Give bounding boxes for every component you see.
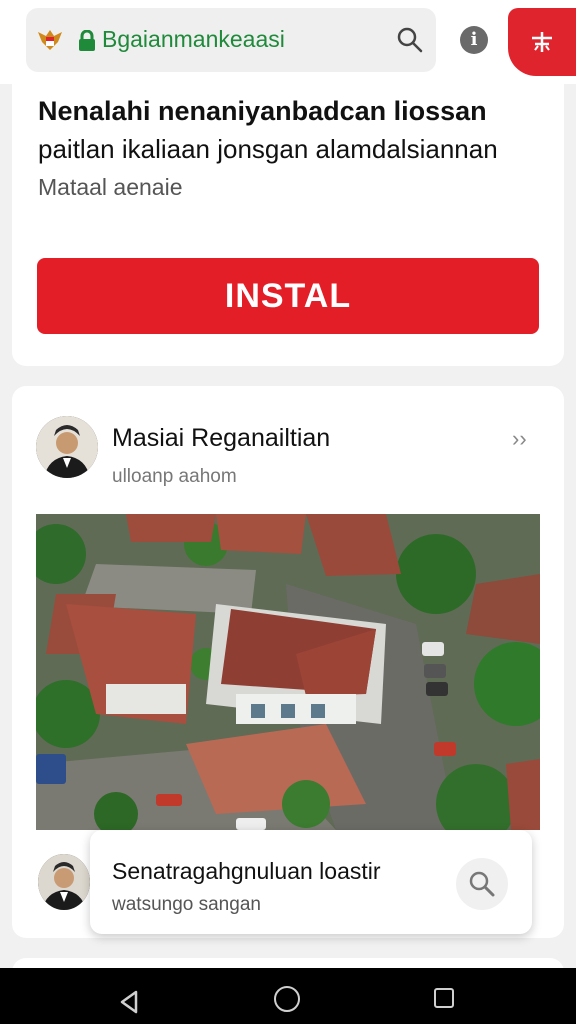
suggestion-title: Senatragahgnuluan loastir: [112, 858, 381, 884]
chevron-right-icon[interactable]: ››: [512, 426, 527, 452]
app-menu-icon: [532, 32, 552, 52]
menu-tab-button[interactable]: [508, 8, 576, 76]
avatar[interactable]: [36, 416, 98, 478]
recent-apps-icon[interactable]: [434, 988, 454, 1008]
install-button[interactable]: INSTAL: [37, 258, 539, 334]
address-bar[interactable]: Bgaianmankeaasi: [26, 8, 436, 72]
home-icon[interactable]: [274, 986, 300, 1012]
person-portrait-icon: [36, 416, 98, 478]
post-photo[interactable]: [36, 514, 540, 830]
install-card-title: Nenalahi nenaniyanbadcan liossan: [38, 96, 487, 126]
post-author-handle: ulloanp aahom: [112, 466, 237, 487]
post-author-name[interactable]: Masiai Reganailtian: [112, 424, 330, 453]
suggestion-search-button[interactable]: [456, 858, 508, 910]
browser-toolbar: Bgaianmankeaasi i: [0, 0, 576, 84]
install-card: Nenalahi nenaniyanbadcan liossan paitlan…: [12, 84, 564, 366]
search-suggestion[interactable]: Senatragahgnuluan loastir watsungo sanga…: [90, 830, 532, 934]
system-nav-bar: [0, 968, 576, 1024]
install-card-meta: Mataal aenaie: [38, 174, 183, 200]
garuda-emblem-icon: [38, 30, 62, 50]
lock-icon: [79, 30, 95, 51]
url-text[interactable]: Bgaianmankeaasi: [102, 26, 285, 53]
back-icon[interactable]: [118, 990, 140, 1014]
suggestion-avatar[interactable]: [38, 854, 90, 910]
install-card-subtitle: paitlan ikaliaan jonsgan alamdalsiannan: [38, 134, 498, 164]
suggestion-subtitle: watsungo sangan: [112, 894, 261, 915]
aerial-village-image: [36, 514, 540, 830]
info-icon[interactable]: i: [460, 26, 488, 54]
search-icon[interactable]: [396, 26, 424, 54]
person-portrait-icon: [38, 854, 90, 910]
search-icon: [469, 871, 495, 897]
